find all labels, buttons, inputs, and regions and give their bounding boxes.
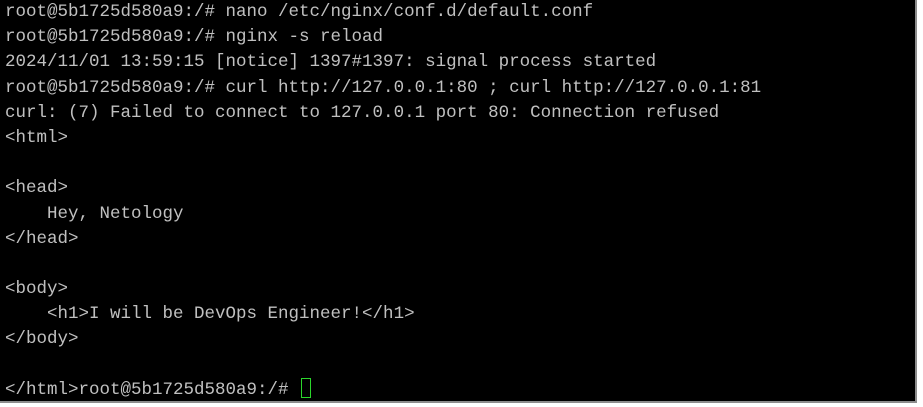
terminal-line: Hey, Netology — [5, 203, 184, 224]
terminal-line: curl: (7) Failed to connect to 127.0.0.1… — [5, 102, 720, 123]
terminal-cursor[interactable] — [301, 377, 312, 398]
terminal-prompt: </html>root@5b1725d580a9:/# — [5, 379, 300, 400]
terminal-line: root@5b1725d580a9:/# nginx -s reload — [5, 27, 384, 48]
terminal-line: root@5b1725d580a9:/# curl http://127.0.0… — [5, 77, 762, 98]
window-edge — [917, 0, 923, 407]
terminal-line: 2024/11/01 13:59:15 [notice] 1397#1397: … — [5, 52, 657, 73]
terminal-line: root@5b1725d580a9:/# nano /etc/nginx/con… — [5, 2, 594, 22]
terminal-output: root@5b1725d580a9:/# nano /etc/nginx/con… — [5, 0, 762, 401]
terminal-line: </body> — [5, 329, 79, 350]
terminal-prompt-line[interactable]: </html>root@5b1725d580a9:/# — [5, 377, 761, 401]
terminal-line: <body> — [5, 279, 69, 300]
terminal-window[interactable]: root@5b1725d580a9:/# nano /etc/nginx/con… — [0, 0, 917, 403]
terminal-line: <h1>I will be DevOps Engineer!</h1> — [5, 304, 415, 325]
terminal-line: <html> — [5, 127, 69, 148]
terminal-line: <head> — [5, 178, 69, 199]
terminal-line: </head> — [5, 228, 79, 249]
